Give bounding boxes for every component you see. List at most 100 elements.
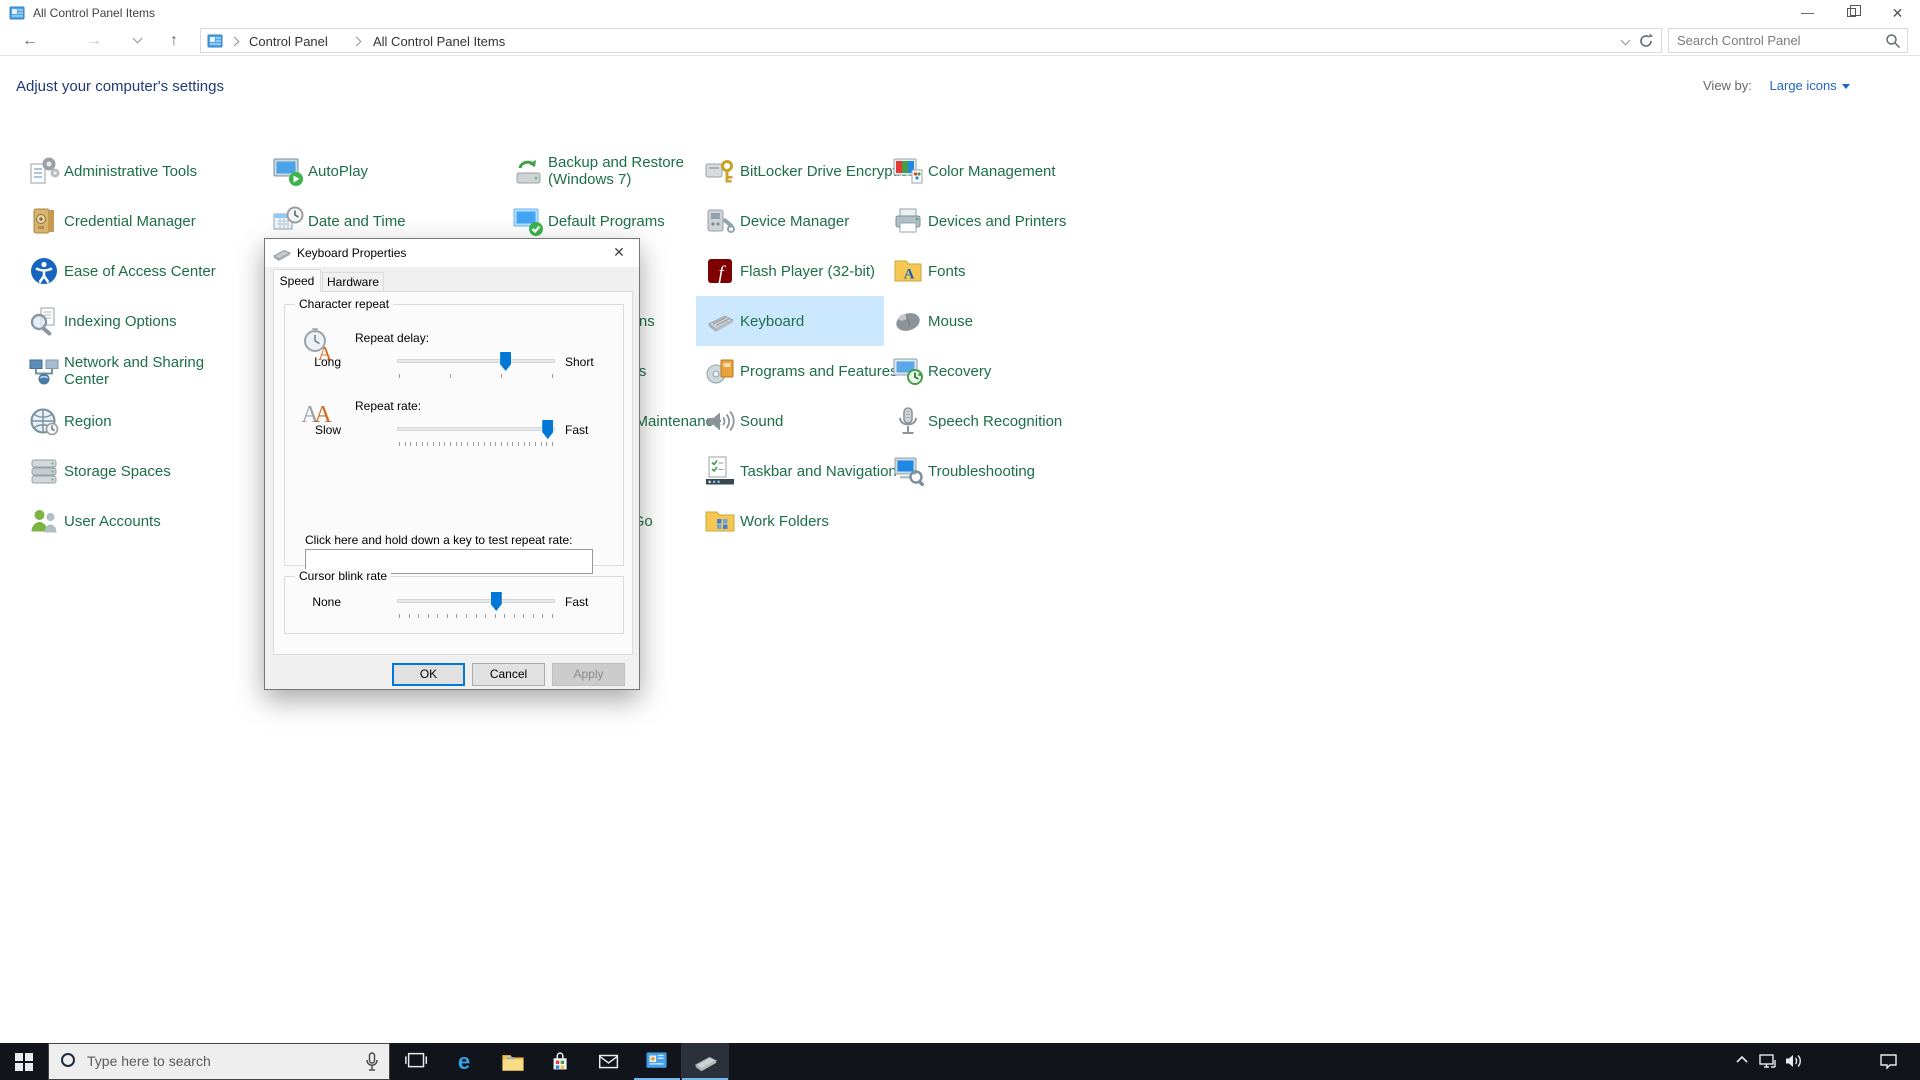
tray-network-icon[interactable] xyxy=(1755,1043,1781,1080)
repeat-delay-slider-thumb[interactable] xyxy=(500,352,512,371)
cp-item-sound[interactable]: Sound xyxy=(696,396,884,446)
cp-item-region[interactable]: Region xyxy=(20,396,250,446)
close-window-button[interactable]: ✕ xyxy=(1875,0,1920,26)
device-manager-icon xyxy=(704,205,736,237)
cp-item-label: Recovery xyxy=(928,362,992,380)
taskbar-store-button[interactable] xyxy=(537,1043,585,1080)
cp-item-user-accounts[interactable]: User Accounts xyxy=(20,496,250,546)
credential-manager-icon xyxy=(28,205,60,237)
search-box[interactable] xyxy=(1668,28,1908,53)
cp-item-color-management[interactable]: Color Management xyxy=(884,146,1072,196)
breadcrumb-control-panel[interactable]: Control Panel xyxy=(249,34,328,49)
up-button[interactable]: ↑ xyxy=(162,29,186,53)
keyboard-properties-dialog: Keyboard Properties ✕ Speed Hardware Cha… xyxy=(264,238,640,690)
cortana-icon xyxy=(61,1053,75,1067)
repeat-rate-slider[interactable] xyxy=(397,420,555,439)
cancel-button[interactable]: Cancel xyxy=(472,663,545,686)
user-accounts-icon xyxy=(28,505,60,537)
search-icon[interactable] xyxy=(1885,33,1901,49)
recent-locations-chevron-icon[interactable] xyxy=(132,33,143,44)
cp-item-label: AutoPlay xyxy=(308,162,369,180)
action-center-icon xyxy=(1880,1054,1897,1070)
repeat-delay-slider[interactable] xyxy=(397,352,555,371)
cp-item-label: Troubleshooting xyxy=(928,462,1036,480)
cp-item-troubleshooting[interactable]: Troubleshooting xyxy=(884,446,1072,496)
tab-hardware[interactable]: Hardware xyxy=(322,272,384,292)
taskbar-file-explorer-button[interactable] xyxy=(489,1043,537,1080)
restore-button[interactable] xyxy=(1830,0,1875,26)
cp-item-mouse[interactable]: Mouse xyxy=(884,296,1072,346)
address-dropdown-chevron-icon[interactable] xyxy=(1620,35,1631,46)
cp-item-bitlocker[interactable]: BitLocker Drive Encryption xyxy=(696,146,917,196)
taskbar-edge-button[interactable]: e xyxy=(441,1043,489,1080)
cp-item-autoplay[interactable]: AutoPlay xyxy=(264,146,452,196)
taskbar-keyboard-app-button[interactable] xyxy=(681,1043,729,1080)
back-button[interactable]: ← xyxy=(18,29,42,53)
dialog-titlebar: Keyboard Properties ✕ xyxy=(265,239,639,267)
keyboard-icon xyxy=(704,305,736,337)
repeat-delay-min-label: Long xyxy=(314,355,341,369)
cp-item-label: Indexing Options xyxy=(64,312,177,330)
tray-show-hidden-icons-button[interactable] xyxy=(1731,1043,1757,1080)
taskbar-search-input[interactable] xyxy=(87,1051,337,1071)
dialog-title: Keyboard Properties xyxy=(297,246,407,260)
cp-item-credential-manager[interactable]: Credential Manager xyxy=(20,196,250,246)
cursor-blink-slider-thumb[interactable] xyxy=(490,592,502,611)
cp-item-storage-spaces[interactable]: Storage Spaces xyxy=(20,446,250,496)
refresh-icon[interactable] xyxy=(1637,32,1655,50)
cp-item-recovery[interactable]: Recovery xyxy=(884,346,1072,396)
repeat-rate-slider-thumb[interactable] xyxy=(542,420,554,439)
cp-item-label: Device Manager xyxy=(740,212,850,230)
tab-speed[interactable]: Speed xyxy=(273,269,321,292)
cp-item-work-folders[interactable]: Work Folders xyxy=(696,496,884,546)
cp-item-label: Storage Spaces xyxy=(64,462,171,480)
start-button[interactable] xyxy=(0,1043,48,1080)
mouse-icon xyxy=(892,305,924,337)
window-titlebar: All Control Panel Items — ✕ xyxy=(0,0,1920,26)
group-label: Character repeat xyxy=(295,297,394,311)
cp-item-fonts[interactable]: A Fonts xyxy=(884,246,1072,296)
taskbar-mail-button[interactable] xyxy=(585,1043,633,1080)
flash-player-icon: f xyxy=(704,255,736,287)
cp-item-taskbar-navigation[interactable]: Taskbar and Navigation xyxy=(696,446,897,496)
cp-item-network-sharing[interactable]: Network and Sharing Center xyxy=(20,346,250,396)
address-bar[interactable]: Control Panel All Control Panel Items xyxy=(200,28,1662,53)
fonts-icon: A xyxy=(892,255,924,287)
color-management-icon xyxy=(892,155,924,187)
dialog-close-button[interactable]: ✕ xyxy=(599,239,639,265)
cp-item-label: Fonts xyxy=(928,262,966,280)
cp-item-indexing-options[interactable]: Indexing Options xyxy=(20,296,250,346)
cp-item-keyboard[interactable]: Keyboard xyxy=(696,296,884,346)
network-sharing-icon xyxy=(28,355,60,387)
cp-item-device-manager[interactable]: Device Manager xyxy=(696,196,884,246)
sound-icon xyxy=(704,405,736,437)
admin-tools-icon xyxy=(28,155,60,187)
cp-item-backup-restore[interactable]: Backup and Restore (Windows 7) xyxy=(504,146,692,196)
network-icon xyxy=(1759,1054,1776,1068)
tray-volume-icon[interactable] xyxy=(1781,1043,1807,1080)
taskbar-control-panel-button[interactable] xyxy=(633,1043,681,1080)
minimize-button[interactable]: — xyxy=(1785,0,1830,26)
cp-item-programs-features[interactable]: Programs and Features xyxy=(696,346,898,396)
view-by-value[interactable]: Large icons xyxy=(1770,78,1837,93)
test-repeat-rate-label: Click here and hold down a key to test r… xyxy=(305,533,573,547)
cp-item-label: Sound xyxy=(740,412,784,430)
taskbar-search-box[interactable] xyxy=(48,1043,390,1080)
restore-icon xyxy=(1847,5,1861,17)
ok-button[interactable]: OK xyxy=(392,663,465,686)
cp-item-devices-printers[interactable]: Devices and Printers xyxy=(884,196,1072,246)
taskbar-task-view-button[interactable] xyxy=(393,1043,441,1080)
cursor-blink-slider[interactable] xyxy=(397,592,555,611)
forward-button[interactable]: → xyxy=(82,29,106,53)
search-input[interactable] xyxy=(1677,31,1877,50)
page-title: Adjust your computer's settings xyxy=(16,78,224,95)
cp-item-label: Speech Recognition xyxy=(928,412,1063,430)
cp-item-speech-recognition[interactable]: Speech Recognition xyxy=(884,396,1072,446)
cp-item-ease-of-access[interactable]: Ease of Access Center xyxy=(20,246,250,296)
cp-item-flash-player[interactable]: f Flash Player (32-bit) xyxy=(696,246,884,296)
cp-item-admin-tools[interactable]: Administrative Tools xyxy=(20,146,250,196)
breadcrumb-all-control-panel-items[interactable]: All Control Panel Items xyxy=(373,34,505,49)
action-center-button[interactable] xyxy=(1876,1043,1902,1080)
microphone-icon[interactable] xyxy=(365,1052,379,1072)
view-by-label: View by: xyxy=(1703,78,1752,93)
